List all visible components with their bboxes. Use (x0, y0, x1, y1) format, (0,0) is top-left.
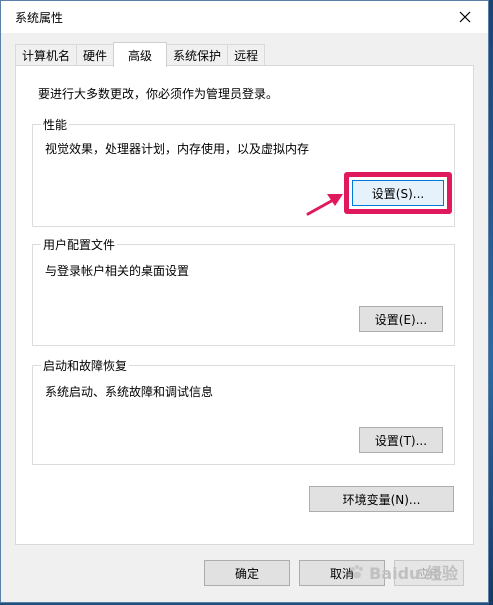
startup-recovery-description: 系统启动、系统故障和调试信息 (45, 385, 214, 399)
system-properties-window: 系统属性 计算机名 硬件 高级 系统保护 远程 要进行大多数更改，你必须作为管理… (0, 0, 489, 603)
button-label: 设置(S)... (371, 186, 425, 201)
performance-group: 性能 视觉效果，处理器计划，内存使用，以及虚拟内存 设置(S)... (32, 116, 455, 227)
startup-recovery-settings-button[interactable]: 设置(T)... (359, 427, 443, 453)
tab-label: 硬件 (83, 49, 108, 63)
tab-remote[interactable]: 远程 (227, 44, 266, 66)
tab-strip: 计算机名 硬件 高级 系统保护 远程 (15, 42, 266, 67)
tab-label: 远程 (234, 49, 259, 63)
button-label: 设置(E)... (374, 312, 428, 327)
user-profiles-description: 与登录帐户相关的桌面设置 (45, 264, 190, 278)
tab-label: 高级 (128, 48, 153, 63)
desktop-edge (489, 0, 493, 605)
advanced-panel: 要进行大多数更改，你必须作为管理员登录。 性能 视觉效果，处理器计划，内存使用，… (15, 65, 474, 545)
performance-settings-button[interactable]: 设置(S)... (352, 180, 444, 206)
button-label: 环境变量(N)... (342, 492, 421, 507)
arrow-icon (306, 194, 343, 216)
tab-label: 计算机名 (22, 49, 71, 63)
environment-variables-button[interactable]: 环境变量(N)... (309, 486, 454, 512)
user-profiles-settings-button[interactable]: 设置(E)... (359, 306, 443, 332)
tab-advanced[interactable]: 高级 (113, 42, 168, 67)
user-profiles-group: 用户配置文件 与登录帐户相关的桌面设置 设置(E)... (32, 236, 455, 346)
title-bar: 系统属性 (1, 1, 488, 33)
tab-computer-name[interactable]: 计算机名 (15, 44, 78, 66)
admin-notice: 要进行大多数更改，你必须作为管理员登录。 (38, 87, 279, 101)
button-label: 确定 (234, 566, 259, 581)
tab-system-protection[interactable]: 系统保护 (166, 44, 229, 66)
button-label: 设置(T)... (374, 433, 428, 448)
user-profiles-title: 用户配置文件 (41, 236, 118, 253)
startup-recovery-title: 启动和故障恢复 (41, 357, 130, 374)
tab-label: 系统保护 (173, 49, 222, 63)
ok-button[interactable]: 确定 (204, 560, 290, 586)
window-title: 系统属性 (15, 11, 64, 25)
startup-recovery-group: 启动和故障恢复 系统启动、系统故障和调试信息 设置(T)... (32, 357, 455, 465)
tab-hardware[interactable]: 硬件 (76, 44, 115, 66)
close-icon (459, 11, 471, 23)
button-label: 取消 (329, 566, 354, 581)
button-label: 应用 (416, 566, 441, 581)
performance-title: 性能 (41, 116, 70, 133)
close-button[interactable] (442, 1, 488, 33)
apply-button[interactable]: 应用 (394, 560, 464, 586)
cancel-button[interactable]: 取消 (299, 560, 385, 586)
performance-description: 视觉效果，处理器计划，内存使用，以及虚拟内存 (45, 142, 310, 156)
